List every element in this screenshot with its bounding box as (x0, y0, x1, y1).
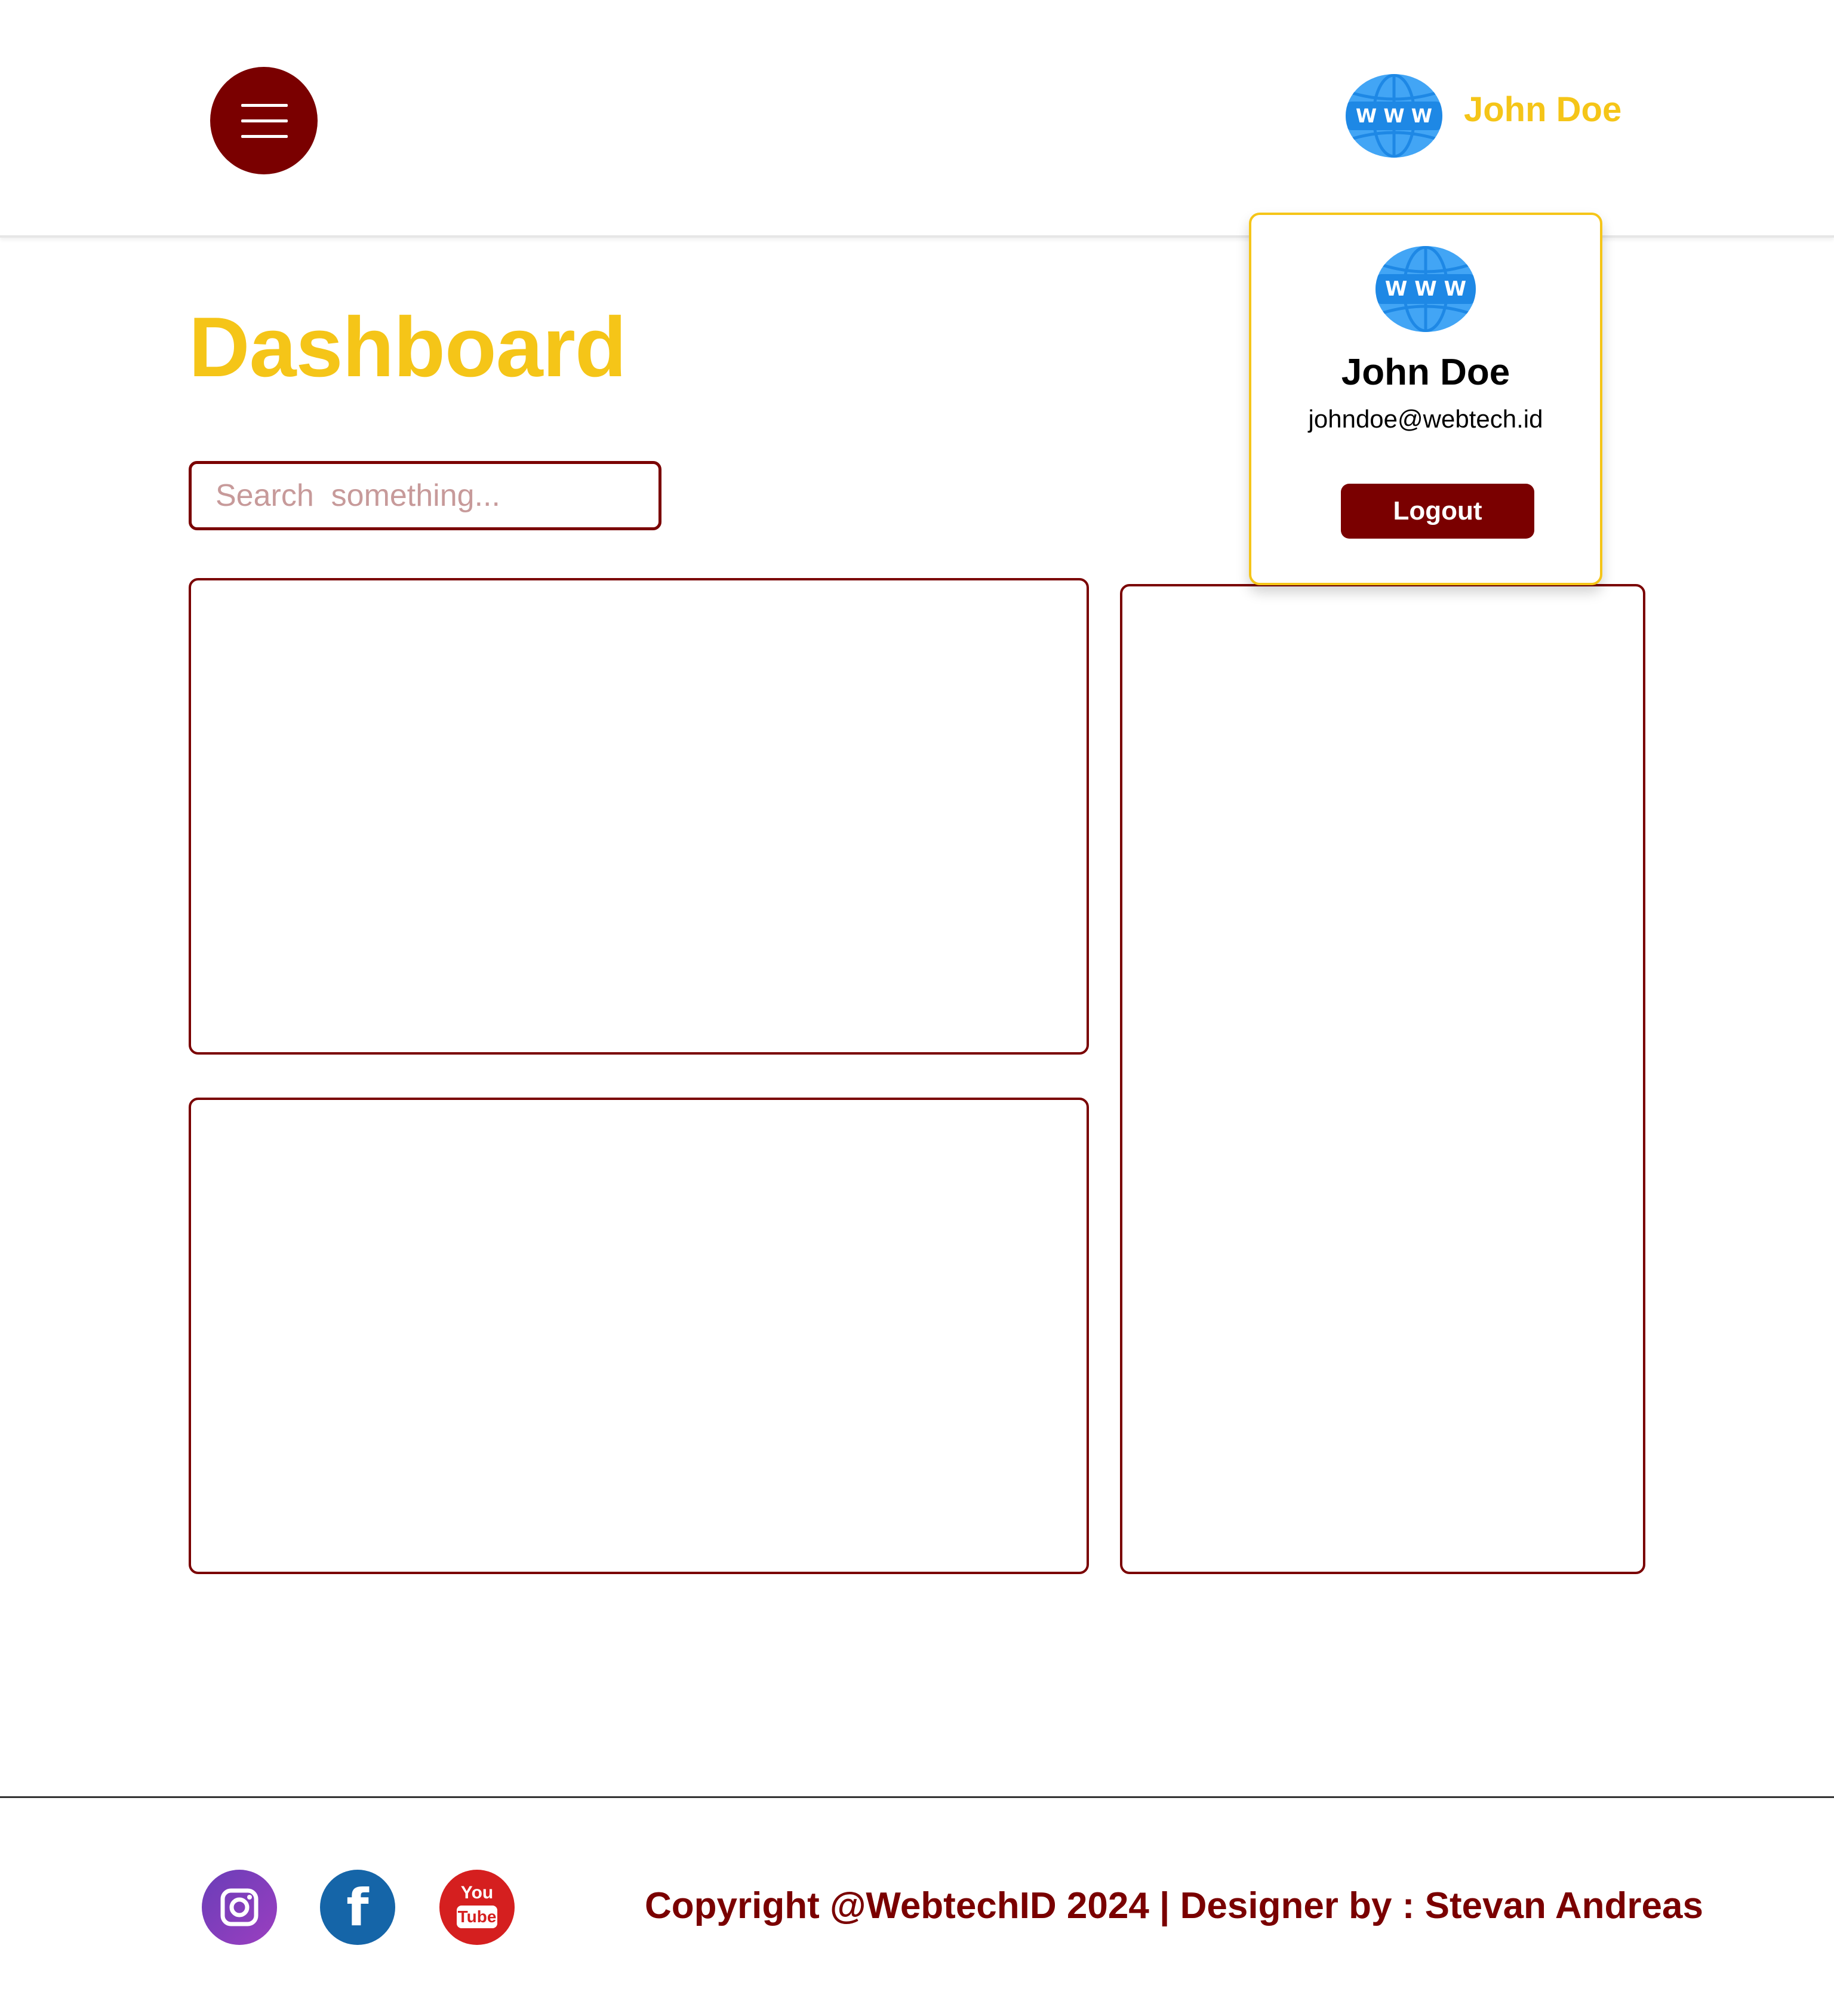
avatar-band-text: W W W (1346, 102, 1442, 130)
dashboard-card-bottom (189, 1098, 1089, 1574)
www-globe-icon[interactable]: W W W (1346, 74, 1442, 158)
youtube-icon[interactable]: You Tube (439, 1870, 515, 1945)
top-header: W W W John Doe (0, 0, 1834, 238)
www-globe-icon: W W W (1376, 246, 1476, 332)
hamburger-menu-button[interactable] (210, 67, 318, 174)
footer-copyright: Copyright @WebtechID 2024 | Designer by … (645, 1885, 1703, 1926)
search-input[interactable] (189, 461, 661, 530)
header-user-name[interactable]: John Doe (1464, 90, 1621, 130)
youtube-top-text: You (460, 1883, 494, 1903)
facebook-icon[interactable]: f (320, 1870, 395, 1945)
profile-name: John Doe (1341, 352, 1510, 393)
page-title: Dashboard (189, 300, 627, 395)
dashboard-card-top (189, 578, 1089, 1055)
profile-dropdown: W W W John Doe johndoe@webtech.id Logout (1249, 213, 1602, 585)
facebook-glyph: f (346, 1878, 369, 1938)
avatar-band-text: W W W (1376, 274, 1476, 304)
logout-button[interactable]: Logout (1341, 484, 1534, 539)
youtube-bottom-text: Tube (457, 1906, 497, 1928)
hamburger-menu-icon (210, 67, 318, 174)
instagram-icon[interactable] (202, 1870, 277, 1945)
dashboard-card-side (1120, 584, 1645, 1574)
profile-email: johndoe@webtech.id (1308, 405, 1543, 433)
footer-divider (0, 1796, 1834, 1798)
